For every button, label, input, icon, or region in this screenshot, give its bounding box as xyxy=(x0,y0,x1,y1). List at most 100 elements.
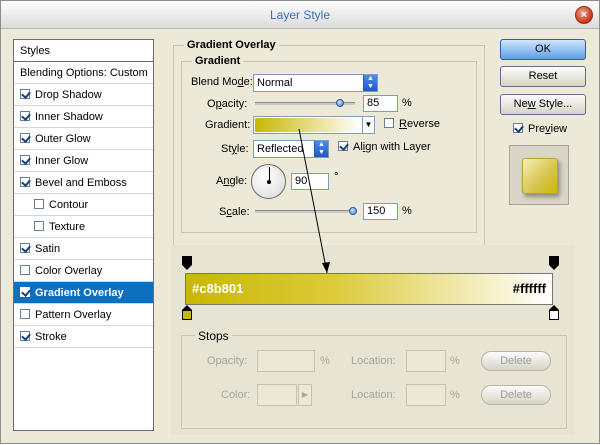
stop-opacity-input[interactable] xyxy=(257,350,315,372)
checkbox-icon xyxy=(513,123,523,133)
styles-list-label: Bevel and Emboss xyxy=(35,177,127,189)
gradient-label: Gradient: xyxy=(205,119,251,131)
checkbox-icon[interactable] xyxy=(34,221,44,231)
stop-color-menu[interactable]: ▶ xyxy=(298,384,312,406)
scale-slider-thumb[interactable] xyxy=(349,207,357,215)
checkbox-icon[interactable] xyxy=(20,155,30,165)
checkbox-icon[interactable] xyxy=(20,287,30,297)
left-stop-hex: #c8b801 xyxy=(192,281,244,296)
color-location-input[interactable] xyxy=(406,384,446,406)
checkbox-icon[interactable] xyxy=(34,199,44,209)
checkbox-icon xyxy=(384,118,394,128)
styles-list-item[interactable]: Styles xyxy=(14,40,153,62)
scale-slider[interactable] xyxy=(255,210,355,213)
checkbox-icon[interactable] xyxy=(20,331,30,341)
color-location-unit: % xyxy=(450,389,460,401)
preview-checkbox[interactable]: Preview xyxy=(513,123,567,135)
checkbox-icon[interactable] xyxy=(20,243,30,253)
gradient-picker[interactable]: ▼ xyxy=(253,116,375,134)
styles-list-item[interactable]: Satin xyxy=(14,238,153,260)
reverse-checkbox[interactable]: Reverse xyxy=(384,118,440,130)
styles-list-label: Drop Shadow xyxy=(35,89,102,101)
opacity-slider-thumb[interactable] xyxy=(336,99,344,107)
styles-list-item[interactable]: Color Overlay xyxy=(14,260,153,282)
styles-list-item[interactable]: Pattern Overlay xyxy=(14,304,153,326)
checkbox-icon[interactable] xyxy=(20,309,30,319)
stop-opacity-label: Opacity: xyxy=(207,355,248,367)
angle-label: Angle: xyxy=(216,175,248,187)
opacity-stop-right[interactable] xyxy=(549,256,559,270)
select-arrow-icon: ▲ ▼ xyxy=(363,75,377,91)
styles-list-label: Color Overlay xyxy=(35,265,103,277)
checkbox-icon[interactable] xyxy=(20,133,30,143)
checkbox-icon[interactable] xyxy=(20,177,30,187)
styles-list-item[interactable]: Contour xyxy=(14,194,153,216)
style-label: Style: xyxy=(221,143,249,155)
styles-list-item[interactable]: Stroke xyxy=(14,326,153,348)
styles-list-item[interactable]: Outer Glow xyxy=(14,128,153,150)
styles-list-label: Inner Shadow xyxy=(35,111,103,123)
angle-dial[interactable] xyxy=(251,164,286,199)
styles-list-item[interactable]: Bevel and Emboss xyxy=(14,172,153,194)
angle-center-dot xyxy=(267,180,271,184)
opacity-stop-left[interactable] xyxy=(182,256,192,270)
styles-list-label: Inner Glow xyxy=(35,155,89,167)
checkbox-icon[interactable] xyxy=(20,111,30,121)
delete-opacity-stop-button[interactable]: Delete xyxy=(481,351,551,371)
group-title: Gradient xyxy=(192,55,244,67)
blend-mode-select[interactable]: Normal ▲ ▼ xyxy=(253,74,378,92)
styles-list-item[interactable]: Blending Options: Custom xyxy=(14,62,153,84)
reset-button[interactable]: Reset xyxy=(500,66,586,87)
opacity-label: Opacity: xyxy=(207,98,248,110)
dialog-title: Layer Style xyxy=(269,8,331,22)
styles-list-item[interactable]: Gradient Overlay xyxy=(14,282,153,304)
stops-title: Stops xyxy=(195,329,232,343)
style-preview xyxy=(509,145,569,205)
delete-color-stop-button[interactable]: Delete xyxy=(481,385,551,405)
angle-unit: ° xyxy=(334,171,339,183)
styles-list-label: Pattern Overlay xyxy=(35,309,112,321)
opacity-input[interactable]: 85 xyxy=(363,95,398,112)
opacity-unit: % xyxy=(402,97,412,109)
opacity-location-input[interactable] xyxy=(406,350,446,372)
opacity-location-unit: % xyxy=(450,355,460,367)
styles-list: Styles Blending Options: Custom Drop Shado… xyxy=(13,39,154,431)
styles-list-label: Outer Glow xyxy=(35,133,91,145)
styles-list-label: Satin xyxy=(35,243,61,255)
stop-opacity-unit: % xyxy=(320,355,330,367)
gradient-preview-bar[interactable]: #c8b801 #ffffff xyxy=(185,273,553,305)
color-location-label: Location: xyxy=(351,389,396,401)
ok-button[interactable]: OK xyxy=(500,39,586,60)
select-arrow-icon: ▲ ▼ xyxy=(314,141,328,157)
align-with-layer-checkbox[interactable]: Align with Layer xyxy=(338,141,431,153)
layer-style-dialog: Layer Style × Styles Blending Options: Cu… xyxy=(0,0,600,444)
opacity-location-label: Location: xyxy=(351,355,396,367)
stop-color-swatch[interactable] xyxy=(257,384,297,406)
styles-list-label: Styles xyxy=(20,45,50,57)
checkbox-icon[interactable] xyxy=(20,89,30,99)
new-style-button[interactable]: New Style... xyxy=(500,94,586,115)
chevron-down-icon[interactable]: ▼ xyxy=(362,117,374,133)
styles-list-item[interactable]: Texture xyxy=(14,216,153,238)
gradient-swatch xyxy=(255,118,361,132)
checkbox-icon xyxy=(338,141,348,151)
close-button[interactable]: × xyxy=(575,6,593,24)
styles-list-label: Texture xyxy=(49,221,86,233)
styles-list-item[interactable]: Inner Shadow xyxy=(14,106,153,128)
section-title: Gradient Overlay xyxy=(184,39,279,51)
styles-list-label: Contour xyxy=(49,199,89,211)
style-select[interactable]: Reflected ▲ ▼ xyxy=(253,140,329,158)
scale-input[interactable]: 150 xyxy=(363,203,398,220)
color-stop-left[interactable] xyxy=(182,305,192,320)
scale-unit: % xyxy=(402,205,412,217)
styles-list-label: Blending Options: Custom xyxy=(20,67,148,79)
styles-list-label: Stroke xyxy=(35,331,67,343)
styles-list-item[interactable]: Inner Glow xyxy=(14,150,153,172)
angle-input[interactable]: 90 xyxy=(291,173,329,190)
scale-label: Scale: xyxy=(219,206,250,218)
checkbox-icon[interactable] xyxy=(20,265,30,275)
color-stop-right[interactable] xyxy=(549,305,559,320)
preview-swatch xyxy=(522,158,558,194)
styles-list-item[interactable]: Drop Shadow xyxy=(14,84,153,106)
title-bar: Layer Style × xyxy=(1,1,599,29)
